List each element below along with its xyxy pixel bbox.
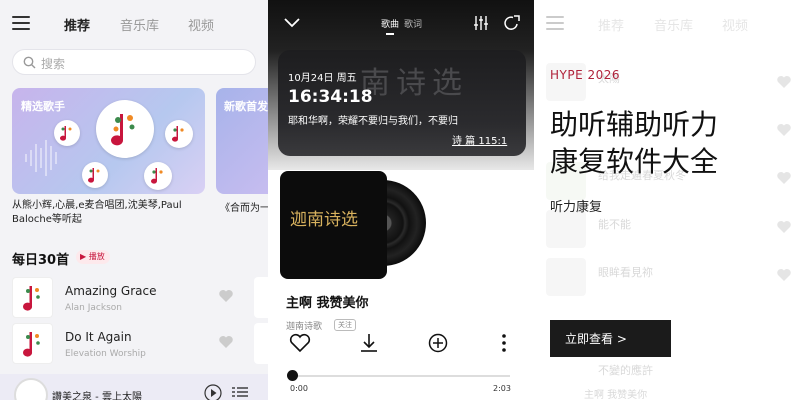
tab-library: 音乐库: [654, 19, 694, 34]
progress-knob[interactable]: [287, 370, 298, 381]
ghost-song-title: 眼眸看見祢: [598, 266, 653, 279]
list-item[interactable]: Amazing Grace Alan Jackson: [0, 275, 268, 321]
playlist-icon[interactable]: [232, 386, 248, 398]
tab-video: 视频: [722, 19, 749, 34]
singer-avatar[interactable]: [54, 120, 80, 146]
album-thumb: [254, 323, 268, 364]
singer-avatar[interactable]: [165, 120, 193, 148]
album-thumb: [12, 277, 53, 318]
heart-icon[interactable]: [218, 289, 234, 303]
heart-icon: [777, 221, 791, 233]
follow-button[interactable]: 关注: [334, 319, 356, 331]
lyric-bg-text: 南诗选: [360, 66, 468, 101]
mini-player[interactable]: 讚美之泉 - 雲上太陽: [0, 374, 268, 400]
album-title: 迦南诗选: [290, 210, 358, 230]
ghost-song-title: 能不能: [598, 218, 631, 231]
album-thumb: [546, 210, 586, 248]
chevron-down-icon[interactable]: [284, 18, 300, 28]
play-badge-label: 播放: [88, 252, 105, 261]
tab-lyric[interactable]: 歌词: [404, 17, 422, 30]
player-screen: 歌曲 歌词 南诗选 10月24日 周五 16:34:18 耶和华啊，荣耀不要归与…: [268, 0, 534, 400]
card-caption: 《合而为一: [220, 203, 268, 214]
heart-icon: [777, 172, 791, 184]
play-icon: ▶: [80, 252, 87, 261]
list-item[interactable]: Do It Again Elevation Worship: [0, 321, 268, 367]
verse-text: 耶和华啊，荣耀不要归与我们，不要归: [288, 116, 458, 127]
lyric-card[interactable]: 南诗选 10月24日 周五 16:34:18 耶和华啊，荣耀不要归与我们，不要归…: [278, 50, 526, 156]
heart-icon[interactable]: [218, 335, 234, 349]
song-title: Do It Again: [65, 330, 132, 344]
date-label: 10月24日 周五: [288, 73, 357, 84]
download-icon[interactable]: [360, 333, 378, 353]
section-title: 每日30首: [12, 253, 70, 268]
more-icon[interactable]: [502, 334, 506, 352]
play-all-button[interactable]: ▶ 播放: [76, 250, 110, 264]
elapsed-time: 0:00: [290, 384, 308, 393]
headline-line-2: 康复软件大全: [550, 145, 719, 178]
album-thumb: [12, 323, 53, 364]
progress-track[interactable]: [292, 375, 510, 377]
tab-recommend[interactable]: 推荐: [64, 15, 90, 34]
singer-avatar[interactable]: [144, 162, 172, 190]
ad-overlay-screen: 推荐 音乐库 视频 太陽 给我走遍春夏秋冬 能不能 眼眸看見祢 不變的應許 主啊…: [534, 0, 800, 400]
menu-icon: [546, 16, 564, 30]
card-label: 精选歌手: [21, 100, 65, 113]
play-icon[interactable]: [204, 384, 222, 400]
menu-icon[interactable]: [12, 16, 30, 30]
artist-name[interactable]: 迦南诗歌: [286, 319, 322, 332]
music-tree-icon: [111, 114, 135, 146]
tab-song[interactable]: 歌曲: [381, 17, 399, 30]
search-input[interactable]: 搜索: [12, 49, 256, 75]
tab-library[interactable]: 音乐库: [120, 15, 159, 34]
equalizer-icon[interactable]: [473, 15, 489, 31]
singer-avatar[interactable]: [82, 162, 108, 188]
album-thumb: [546, 258, 586, 296]
heart-icon: [777, 124, 791, 136]
featured-singers-card[interactable]: 精选歌手: [12, 88, 205, 194]
tab-indicator: [386, 33, 394, 35]
card-caption: 从熊小辉,心晨,e麦合唱团,沈美琴,Paul Baloche等听起: [12, 200, 182, 225]
new-songs-card[interactable]: 新歌首发: [216, 88, 268, 194]
subheading: 听力康复: [550, 200, 603, 215]
heart-icon[interactable]: [289, 333, 311, 353]
ghost-mini-player: 主啊 我赞美你: [584, 390, 648, 400]
cta-label: 立即查看 >: [565, 332, 627, 346]
eyebrow-label: HYPE 2026: [550, 68, 621, 82]
mini-player-title: 讚美之泉 - 雲上太陽: [52, 392, 142, 400]
total-time: 2:03: [493, 384, 511, 393]
time-label: 16:34:18: [288, 87, 373, 107]
heart-icon: [777, 269, 791, 281]
tab-recommend: 推荐: [598, 19, 625, 34]
view-now-button[interactable]: 立即查看 >: [550, 320, 671, 357]
mini-player-cover: [14, 378, 48, 400]
album-thumb: [254, 277, 268, 318]
recommend-screen: 推荐 音乐库 视频 搜索 精选歌手 新歌首发 从熊小辉,心晨,e麦合唱团,沈美琴…: [0, 0, 268, 400]
search-icon: [23, 56, 36, 69]
ghost-song-title: 不變的應許: [598, 364, 653, 377]
tab-video[interactable]: 视频: [188, 15, 214, 34]
verse-reference[interactable]: 诗 篇 115:1: [452, 132, 507, 147]
search-placeholder: 搜索: [41, 57, 66, 71]
card-label: 新歌首发: [224, 100, 268, 113]
song-title: 主啊 我赞美你: [286, 296, 369, 311]
song-artist: Elevation Worship: [65, 349, 146, 359]
composite-screenshot: 推荐 音乐库 视频 搜索 精选歌手 新歌首发 从熊小辉,心晨,e麦合唱团,沈美琴…: [0, 0, 800, 400]
singer-avatar[interactable]: [96, 100, 154, 158]
share-icon[interactable]: [504, 15, 520, 31]
add-icon[interactable]: [428, 333, 448, 353]
song-title: Amazing Grace: [65, 284, 157, 298]
heart-icon: [777, 76, 791, 88]
headline-line-1: 助听辅助听力: [550, 108, 719, 141]
album-cover: 迦南诗选: [280, 171, 387, 279]
song-artist: Alan Jackson: [65, 303, 122, 313]
